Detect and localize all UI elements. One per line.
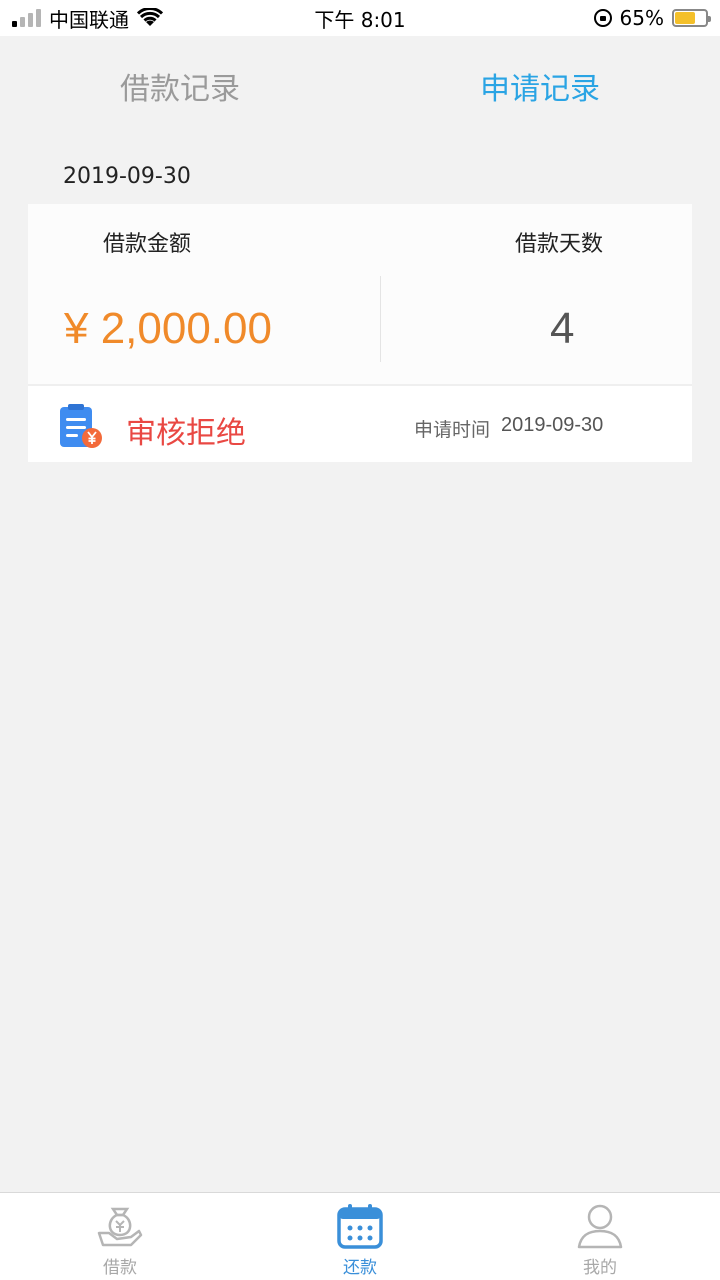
- wifi-icon: [137, 8, 163, 26]
- money-bag-icon: [97, 1207, 143, 1247]
- status-left: 中国联通: [12, 4, 163, 33]
- nav-item-borrow[interactable]: 借款: [0, 1193, 240, 1280]
- record-summary: 借款金额 借款天数 ¥ 2,000.00 4: [28, 204, 692, 384]
- battery-percent: 65%: [619, 6, 664, 30]
- orientation-lock-icon: [593, 9, 612, 27]
- nav-label-mine: 我的: [583, 1258, 617, 1278]
- document-yen-icon: [60, 404, 102, 448]
- status-bar: 中国联通 下午 8:01 65%: [0, 0, 720, 36]
- record-date: 2019-09-30: [63, 164, 191, 189]
- record-tabs: 借款记录 申请记录: [0, 36, 720, 136]
- battery-icon: [672, 9, 711, 27]
- amount-label: 借款金额: [103, 232, 192, 257]
- review-status: 审核拒绝: [126, 416, 246, 451]
- calendar-icon: [337, 1204, 383, 1249]
- carrier-name: 中国联通: [49, 7, 129, 32]
- record-card[interactable]: 借款金额 借款天数 ¥ 2,000.00 4 审核拒绝 申请时间 2019-09…: [28, 204, 692, 462]
- bottom-nav: 借款 还款 我的: [0, 1192, 720, 1280]
- battery-fill: [675, 12, 695, 24]
- loan-days: 4: [550, 304, 575, 353]
- apply-time: 2019-09-30: [501, 414, 604, 436]
- record-status-row: 审核拒绝 申请时间 2019-09-30: [28, 386, 692, 462]
- tab-loan-records[interactable]: 借款记录: [0, 36, 360, 136]
- signal-icon: [12, 9, 41, 27]
- status-right: 65%: [593, 6, 711, 30]
- column-divider: [380, 276, 381, 362]
- days-label: 借款天数: [515, 232, 604, 257]
- user-icon: [577, 1204, 623, 1249]
- tab-application-records[interactable]: 申请记录: [360, 36, 720, 136]
- nav-item-mine[interactable]: 我的: [480, 1193, 720, 1280]
- apply-time-label: 申请时间: [414, 419, 491, 441]
- nav-item-repay[interactable]: 还款: [240, 1193, 480, 1280]
- nav-label-borrow: 借款: [103, 1258, 137, 1278]
- loan-amount: ¥ 2,000.00: [64, 304, 272, 353]
- nav-label-repay: 还款: [343, 1258, 377, 1278]
